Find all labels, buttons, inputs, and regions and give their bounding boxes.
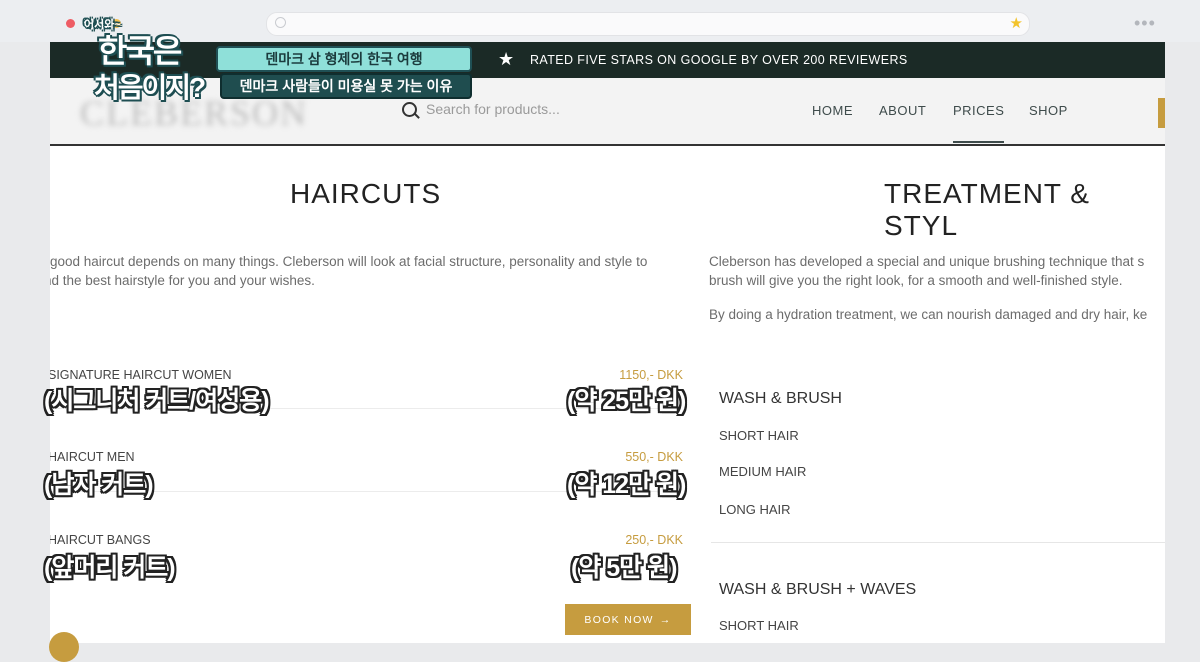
haircuts-title: HAIRCUTS [290, 178, 442, 209]
book-now-label: BOOK NOW [584, 613, 654, 626]
bookmark-star-icon[interactable]: ★ [1010, 14, 1023, 32]
subtitle-service: (시그니처 커트/여성용) [44, 387, 270, 415]
episode-banner-top: 덴마크 삼 형제의 한국 여행 [216, 46, 472, 72]
treatment-description-line3: By doing a hydration treatment, we can n… [709, 307, 1148, 322]
service-price: 250,- DKK [625, 533, 683, 547]
search-input[interactable] [426, 98, 636, 120]
subtitle-service: (앞머리 커트) [44, 554, 176, 582]
subtitle-price: (약 25만 원) [567, 387, 686, 415]
show-logo-line2: 처음이지? [94, 72, 206, 103]
group-item: SHORT HAIR [719, 618, 799, 633]
treatment-title: TREATMENT & STYL [884, 178, 1090, 241]
announcement-text: RATED FIVE STARS ON GOOGLE BY OVER 200 R… [530, 53, 908, 67]
star-icon: ★ [498, 49, 515, 69]
subtitle-price: (약 5만 원) [571, 554, 677, 582]
service-price: 550,- DKK [625, 450, 683, 464]
group-heading: WASH & BRUSH [719, 390, 842, 407]
service-price: 1150,- DKK [619, 368, 683, 382]
episode-banner-bottom: 덴마크 사람들이 미용실 못 가는 이유 [220, 73, 472, 99]
service-name: HAIRCUT MEN [50, 450, 135, 464]
subtitle-service: (남자 커트) [44, 471, 154, 499]
service-name: HAIRCUT BANGS [50, 533, 151, 547]
address-bar[interactable]: ★ [266, 12, 1030, 36]
subtitle-price: (약 12만 원) [567, 471, 686, 499]
group-item: SHORT HAIR [719, 428, 799, 443]
header-cta-button[interactable] [1158, 98, 1165, 128]
haircuts-description-line2: nd the best hairstyle for you and your w… [50, 273, 315, 288]
site-info-icon[interactable] [275, 17, 286, 28]
nav-prices-link[interactable]: PRICES [953, 103, 1005, 143]
group-item: MEDIUM HAIR [719, 464, 807, 479]
haircuts-description-line1: good haircut depends on many things. Cle… [50, 254, 648, 269]
nav-home-link[interactable]: HOME [812, 103, 853, 118]
book-now-button[interactable]: BOOK NOW → [565, 604, 691, 635]
nav-about-link[interactable]: ABOUT [879, 103, 926, 118]
more-menu-icon[interactable]: ••• [1134, 13, 1156, 34]
corner-badge [49, 632, 79, 662]
search-icon[interactable] [402, 102, 417, 117]
arrow-right-icon: → [659, 613, 672, 626]
treatment-description-line1: Cleberson has developed a special and un… [709, 254, 1145, 269]
site-header: CLEBERSON HOME ABOUT PRICES SHOP [50, 78, 1165, 146]
group-heading: WASH & BRUSH + WAVES [719, 581, 917, 598]
nav-shop-link[interactable]: SHOP [1029, 103, 1068, 118]
service-name: SIGNATURE HAIRCUT WOMEN [50, 368, 232, 382]
treatment-description-line2: brush will give you the right look, for … [709, 273, 1123, 288]
close-window-icon[interactable] [66, 19, 75, 28]
group-item: LONG HAIR [719, 502, 791, 517]
divider [711, 542, 1165, 543]
